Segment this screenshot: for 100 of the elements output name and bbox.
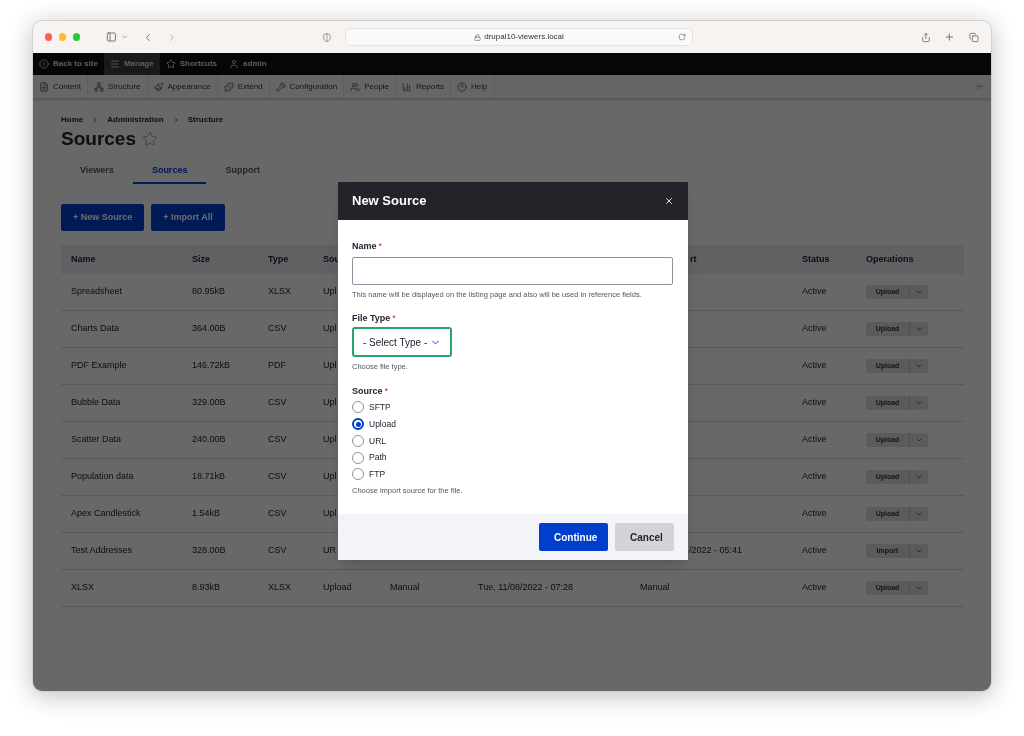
table-cell: CSV: [268, 397, 287, 408]
table-cell: CSV: [268, 323, 287, 334]
table-cell: UR: [323, 545, 336, 556]
table-cell: Upload: [323, 582, 352, 593]
table-cell: Population data: [71, 471, 134, 482]
circle-chevron-left-icon: [39, 59, 49, 69]
chevron-down-icon: [915, 362, 923, 370]
column-header: rt: [690, 253, 697, 264]
chevron-down-icon: [915, 325, 923, 333]
table-cell: Upl: [323, 434, 337, 445]
chevron-down-icon: [915, 510, 923, 518]
table-cell: Charts Data: [71, 323, 120, 334]
breadcrumb-link[interactable]: Home: [61, 114, 84, 126]
modal-title: New Source: [352, 192, 427, 211]
page-title: Sources: [61, 126, 136, 151]
action-button[interactable]: + New Source: [61, 204, 145, 231]
table-cell: 329.00B: [192, 397, 226, 408]
share-icon[interactable]: [920, 31, 931, 43]
table-cell: 328.00B: [192, 545, 226, 556]
breadcrumb-link[interactable]: Structure: [187, 114, 224, 126]
menu-icon: [109, 59, 120, 69]
cancel-button[interactable]: Cancel: [615, 523, 674, 551]
chevron-down-icon: [915, 436, 923, 444]
table-cell: Scatter Data: [71, 434, 122, 445]
admin-menu-item[interactable]: Help: [451, 75, 495, 98]
puzzle-icon: [223, 81, 234, 92]
radio-button[interactable]: [352, 434, 364, 447]
table-cell: 146.72kB: [192, 360, 231, 371]
toolbar-tab[interactable]: Back to site: [33, 53, 104, 75]
table-cell: 18.71kB: [192, 471, 226, 482]
table-cell: XLSX: [268, 582, 291, 593]
new-tab-icon[interactable]: [944, 31, 956, 43]
column-header: Status: [802, 253, 830, 264]
table-cell: /2022 - 05:41: [689, 545, 743, 556]
chevron-down-icon: [915, 547, 923, 555]
shield-icon[interactable]: [321, 31, 332, 43]
tab[interactable]: Support: [206, 160, 279, 184]
table-cell: Active: [802, 434, 827, 445]
field-label: Source: [352, 384, 383, 398]
table-cell: Upl: [323, 397, 337, 408]
radio-label: Upload: [369, 417, 396, 431]
name-field[interactable]: [352, 256, 673, 285]
continue-button[interactable]: Continue: [539, 523, 608, 551]
admin-menu-item[interactable]: Appearance: [147, 75, 218, 98]
admin-menu-item[interactable]: Extend: [217, 75, 270, 98]
tab[interactable]: Sources: [132, 160, 207, 184]
table-cell: Spreadsheet: [71, 286, 123, 297]
table-cell: 80.95kB: [192, 286, 226, 297]
table-cell: Active: [802, 360, 827, 371]
table-cell: XLSX: [268, 286, 291, 297]
radio-button[interactable]: [352, 418, 364, 431]
table-cell: 364.00B: [192, 323, 226, 334]
tab[interactable]: Viewers: [61, 160, 133, 184]
select-field[interactable]: - Select Type -: [352, 327, 453, 358]
radio-button[interactable]: [352, 468, 364, 481]
chevron-down-icon: [915, 399, 923, 407]
admin-menu-item[interactable]: Reports: [396, 75, 452, 98]
table-cell: Upl: [323, 286, 337, 297]
table-cell: 8.93kB: [192, 582, 221, 593]
column-header: Size: [192, 253, 210, 264]
table-cell: Active: [802, 397, 827, 408]
action-button[interactable]: + Import All: [151, 204, 225, 231]
help-icon: [457, 81, 468, 92]
admin-menu-item[interactable]: People: [344, 75, 397, 98]
table-cell: Active: [802, 582, 827, 593]
close-icon[interactable]: [664, 196, 674, 206]
required-mark: *: [392, 311, 396, 325]
table-cell: Active: [802, 286, 827, 297]
table-cell: Active: [802, 471, 827, 482]
toolbar-tab[interactable]: Manage: [103, 53, 160, 75]
radio-button[interactable]: [352, 451, 364, 464]
admin-menu-item[interactable]: Content: [33, 75, 89, 98]
collapse-icon[interactable]: [976, 82, 985, 91]
toolbar-tab[interactable]: admin: [223, 53, 273, 75]
table-cell: Upl: [323, 471, 337, 482]
table-cell: PDF: [268, 360, 286, 371]
star-icon[interactable]: [142, 131, 158, 147]
document-icon: [39, 81, 49, 92]
table-cell: 240.00B: [192, 434, 226, 445]
breadcrumb-link[interactable]: Administration: [107, 114, 164, 126]
lock-icon: [474, 33, 482, 41]
tabs-overview-icon[interactable]: [969, 31, 980, 43]
radio-label: Path: [369, 451, 387, 464]
admin-menu-item[interactable]: Structure: [88, 75, 148, 98]
bar-chart-icon: [402, 81, 413, 92]
table-cell: Apex Candlestick: [71, 508, 141, 519]
table-cell: Tue, 11/08/2022 - 07:28: [478, 582, 574, 593]
radio-label: URL: [369, 434, 386, 448]
table-cell: Manual: [640, 582, 670, 593]
address-bar[interactable]: drupal10-viewers.local: [345, 28, 693, 46]
chevron-down-icon: [915, 584, 923, 592]
required-mark: *: [384, 384, 389, 398]
brush-icon: [153, 81, 164, 92]
sidebar-icon[interactable]: [106, 31, 118, 43]
chevron-down-icon[interactable]: [121, 33, 129, 41]
user-icon: [229, 59, 240, 69]
radio-button[interactable]: [352, 401, 364, 414]
table-cell: CSV: [268, 545, 287, 556]
admin-menu-item[interactable]: Configuration: [269, 75, 345, 98]
reload-icon[interactable]: [677, 33, 686, 41]
